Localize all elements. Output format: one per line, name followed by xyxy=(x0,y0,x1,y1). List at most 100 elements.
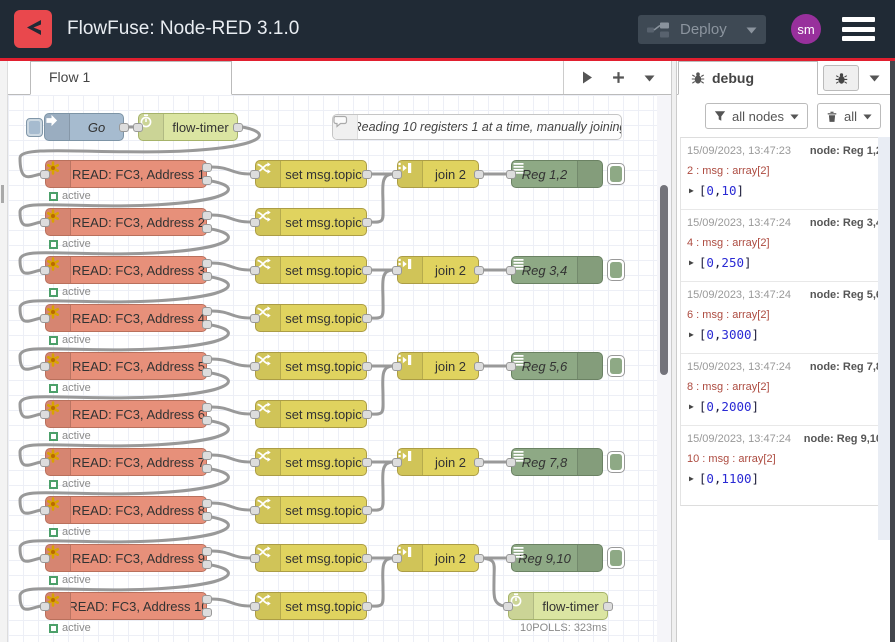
inject-button[interactable] xyxy=(26,118,43,137)
clear-messages-button[interactable]: all xyxy=(817,103,881,129)
port-in[interactable] xyxy=(250,266,260,275)
flow-node-set10[interactable]: set msg.topic xyxy=(255,592,367,620)
port-in[interactable] xyxy=(503,602,513,611)
flow-node-join4[interactable]: join 2 xyxy=(397,448,479,476)
port-in[interactable] xyxy=(392,554,402,563)
port-in[interactable] xyxy=(40,554,50,563)
port-out[interactable] xyxy=(362,218,372,227)
port-out[interactable] xyxy=(202,560,212,569)
port-in[interactable] xyxy=(40,458,50,467)
flow-node-set4[interactable]: set msg.topic xyxy=(255,304,367,332)
port-in[interactable] xyxy=(506,170,516,179)
port-out[interactable] xyxy=(202,176,212,185)
port-out[interactable] xyxy=(202,464,212,473)
flow-node-join5[interactable]: join 2 xyxy=(397,544,479,572)
flow-node-read3[interactable]: READ: FC3, Address 3 xyxy=(45,256,207,284)
palette-grip[interactable] xyxy=(1,185,4,203)
port-out[interactable] xyxy=(202,403,212,412)
port-in[interactable] xyxy=(40,218,50,227)
port-in[interactable] xyxy=(250,362,260,371)
port-in[interactable] xyxy=(392,362,402,371)
avatar[interactable]: sm xyxy=(791,14,821,44)
flow-node-set7[interactable]: set msg.topic xyxy=(255,448,367,476)
chevron-down-icon[interactable] xyxy=(869,74,880,82)
debug-toggle-button[interactable] xyxy=(607,547,625,569)
debug-toggle-button[interactable] xyxy=(607,355,625,377)
port-in[interactable] xyxy=(250,458,260,467)
expand-caret-icon[interactable]: ▶ xyxy=(689,402,694,411)
canvas-scrollbar-thumb[interactable] xyxy=(660,185,668,375)
port-out[interactable] xyxy=(362,170,372,179)
wire[interactable] xyxy=(371,270,393,318)
wire[interactable] xyxy=(211,599,251,606)
port-in[interactable] xyxy=(40,506,50,515)
filter-nodes-button[interactable]: all nodes xyxy=(705,103,808,129)
port-in[interactable] xyxy=(392,266,402,275)
flow-node-read9[interactable]: READ: FC3, Address 9 xyxy=(45,544,207,572)
flow-node-reg2[interactable]: Reg 3,4 xyxy=(511,256,603,284)
flow-node-read7[interactable]: READ: FC3, Address 7 xyxy=(45,448,207,476)
port-out[interactable] xyxy=(474,458,484,467)
deploy-button[interactable]: Deploy xyxy=(638,15,766,44)
port-in[interactable] xyxy=(392,170,402,179)
flow-node-read1[interactable]: READ: FC3, Address 1 xyxy=(45,160,207,188)
debug-filter-bug-button[interactable] xyxy=(823,65,859,91)
flow-node-set3[interactable]: set msg.topic xyxy=(255,256,367,284)
expand-caret-icon[interactable]: ▶ xyxy=(689,474,694,483)
port-in[interactable] xyxy=(250,602,260,611)
wire[interactable] xyxy=(371,366,393,414)
flow-node-set1[interactable]: set msg.topic xyxy=(255,160,367,188)
port-out[interactable] xyxy=(202,307,212,316)
palette-strip[interactable] xyxy=(0,61,8,642)
flow-node-reg5[interactable]: Reg 9,10 xyxy=(511,544,603,572)
expand-caret-icon[interactable]: ▶ xyxy=(689,186,694,195)
port-in[interactable] xyxy=(40,314,50,323)
port-in[interactable] xyxy=(40,170,50,179)
port-out[interactable] xyxy=(202,608,212,617)
port-out[interactable] xyxy=(603,602,613,611)
port-out[interactable] xyxy=(362,266,372,275)
wire[interactable] xyxy=(211,263,251,270)
flow-node-read6[interactable]: READ: FC3, Address 6 xyxy=(45,400,207,428)
port-out[interactable] xyxy=(202,320,212,329)
menu-icon[interactable] xyxy=(842,17,875,41)
tab-debug[interactable]: debug xyxy=(678,61,818,95)
port-in[interactable] xyxy=(506,554,516,563)
wire[interactable] xyxy=(211,551,251,558)
flow-node-set5[interactable]: set msg.topic xyxy=(255,352,367,380)
port-out[interactable] xyxy=(233,123,243,132)
port-in[interactable] xyxy=(392,458,402,467)
wire[interactable] xyxy=(371,174,393,222)
port-out[interactable] xyxy=(202,211,212,220)
port-out[interactable] xyxy=(474,362,484,371)
port-in[interactable] xyxy=(40,410,50,419)
port-out[interactable] xyxy=(362,362,372,371)
flow-node-reg3[interactable]: Reg 5,6 xyxy=(511,352,603,380)
port-out[interactable] xyxy=(202,512,212,521)
port-out[interactable] xyxy=(202,451,212,460)
port-out[interactable] xyxy=(202,259,212,268)
flow-node-timer_top[interactable]: flow-timer xyxy=(138,113,238,141)
flow-node-read10[interactable]: READ: FC3, Address 10 xyxy=(45,592,207,620)
port-in[interactable] xyxy=(40,266,50,275)
port-out[interactable] xyxy=(202,368,212,377)
port-out[interactable] xyxy=(202,499,212,508)
port-in[interactable] xyxy=(250,410,260,419)
wire[interactable] xyxy=(211,311,251,318)
port-in[interactable] xyxy=(133,123,143,132)
port-out[interactable] xyxy=(362,410,372,419)
port-in[interactable] xyxy=(40,602,50,611)
flow-node-read2[interactable]: READ: FC3, Address 2 xyxy=(45,208,207,236)
debug-scrollbar[interactable] xyxy=(878,137,890,540)
port-in[interactable] xyxy=(40,362,50,371)
play-icon[interactable] xyxy=(582,71,593,84)
flow-node-reg1[interactable]: Reg 1,2 xyxy=(511,160,603,188)
wire[interactable] xyxy=(211,503,251,510)
wire[interactable] xyxy=(371,462,393,510)
port-in[interactable] xyxy=(506,266,516,275)
port-out[interactable] xyxy=(119,123,129,132)
port-out[interactable] xyxy=(362,554,372,563)
port-out[interactable] xyxy=(202,163,212,172)
port-out[interactable] xyxy=(474,554,484,563)
port-out[interactable] xyxy=(474,170,484,179)
